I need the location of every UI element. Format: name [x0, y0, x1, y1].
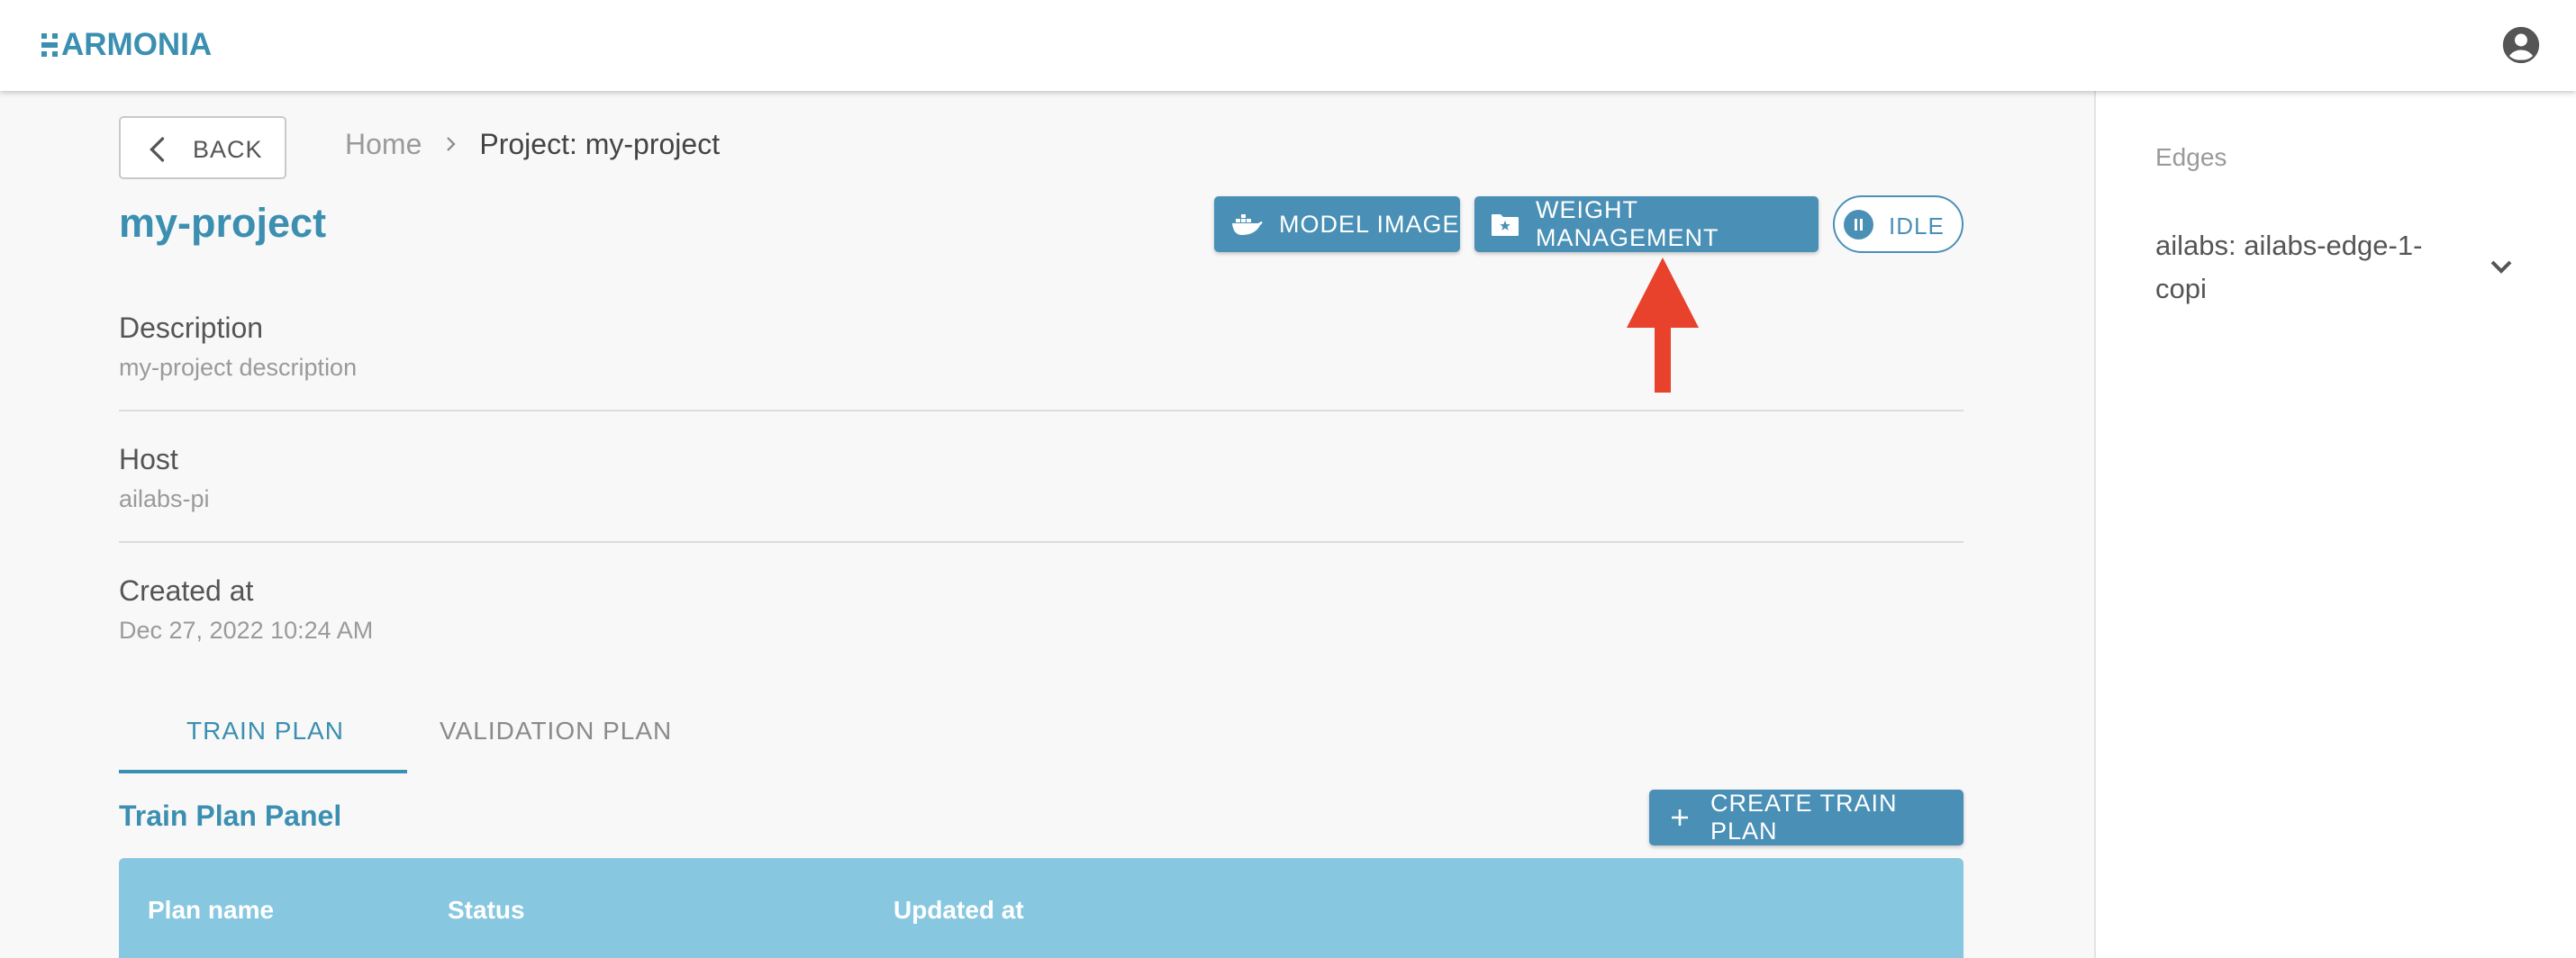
annotation-arrow-icon	[1627, 258, 1699, 393]
created-at-value: Dec 27, 2022 10:24 AM	[119, 617, 374, 644]
edge-item-label[interactable]: ailabs: ailabs-edge-1-copi	[2155, 224, 2453, 311]
created-at-label: Created at	[119, 574, 254, 607]
host-value: ailabs-pi	[119, 485, 210, 512]
active-tab-indicator	[119, 770, 407, 773]
create-train-plan-label: CREATE TRAIN PLAN	[1710, 790, 1898, 845]
tab-validation-plan[interactable]: VALIDATION PLAN	[440, 717, 672, 746]
plus-icon	[1672, 809, 1688, 826]
host-label: Host	[119, 443, 178, 475]
app-name: ARMONIA	[61, 27, 213, 62]
docker-icon	[1232, 214, 1263, 235]
divider	[119, 541, 1964, 543]
back-button[interactable]: BACK	[119, 116, 286, 179]
model-image-label: MODEL IMAGE	[1279, 210, 1460, 238]
status-label: IDLE	[1889, 212, 1945, 240]
column-header-status[interactable]: Status	[448, 896, 525, 925]
create-train-plan-button[interactable]: CREATE TRAIN PLAN	[1649, 790, 1964, 845]
edges-title: Edges	[2155, 143, 2227, 171]
edges-sidebar: Edges ailabs: ailabs-edge-1-copi	[2094, 91, 2576, 958]
chevron-down-icon[interactable]	[2483, 249, 2519, 285]
pause-icon	[1844, 210, 1873, 240]
logo-mark-icon	[41, 32, 59, 59]
column-header-updated-at[interactable]: Updated at	[893, 896, 1024, 925]
train-plan-table-header: Plan name Status Updated at	[119, 858, 1964, 958]
back-label: BACK	[193, 136, 263, 163]
description-value: my-project description	[119, 354, 358, 381]
chevron-right-icon	[443, 128, 459, 161]
tab-train-plan[interactable]: TRAIN PLAN	[186, 717, 344, 746]
account-circle-icon[interactable]	[2501, 25, 2541, 65]
app-logo[interactable]: ARMONIA	[41, 27, 212, 63]
description-label: Description	[119, 312, 264, 344]
status-toggle-button[interactable]: IDLE	[1833, 195, 1964, 253]
chevron-left-icon	[150, 137, 165, 162]
top-app-bar: ARMONIA	[0, 0, 2576, 91]
column-header-plan-name[interactable]: Plan name	[148, 896, 274, 925]
breadcrumb-current: Project: my-project	[479, 128, 721, 160]
panel-title: Train Plan Panel	[119, 800, 342, 832]
folder-star-icon	[1492, 214, 1519, 236]
breadcrumb: Home Project: my-project	[345, 128, 720, 161]
breadcrumb-home[interactable]: Home	[345, 128, 422, 161]
model-image-button[interactable]: MODEL IMAGE	[1214, 196, 1460, 252]
page-title: my-project	[119, 200, 327, 246]
divider	[119, 410, 1964, 411]
weight-management-label: WEIGHT MANAGEMENT	[1536, 196, 1719, 251]
weight-management-button[interactable]: WEIGHT MANAGEMENT	[1474, 196, 1819, 252]
